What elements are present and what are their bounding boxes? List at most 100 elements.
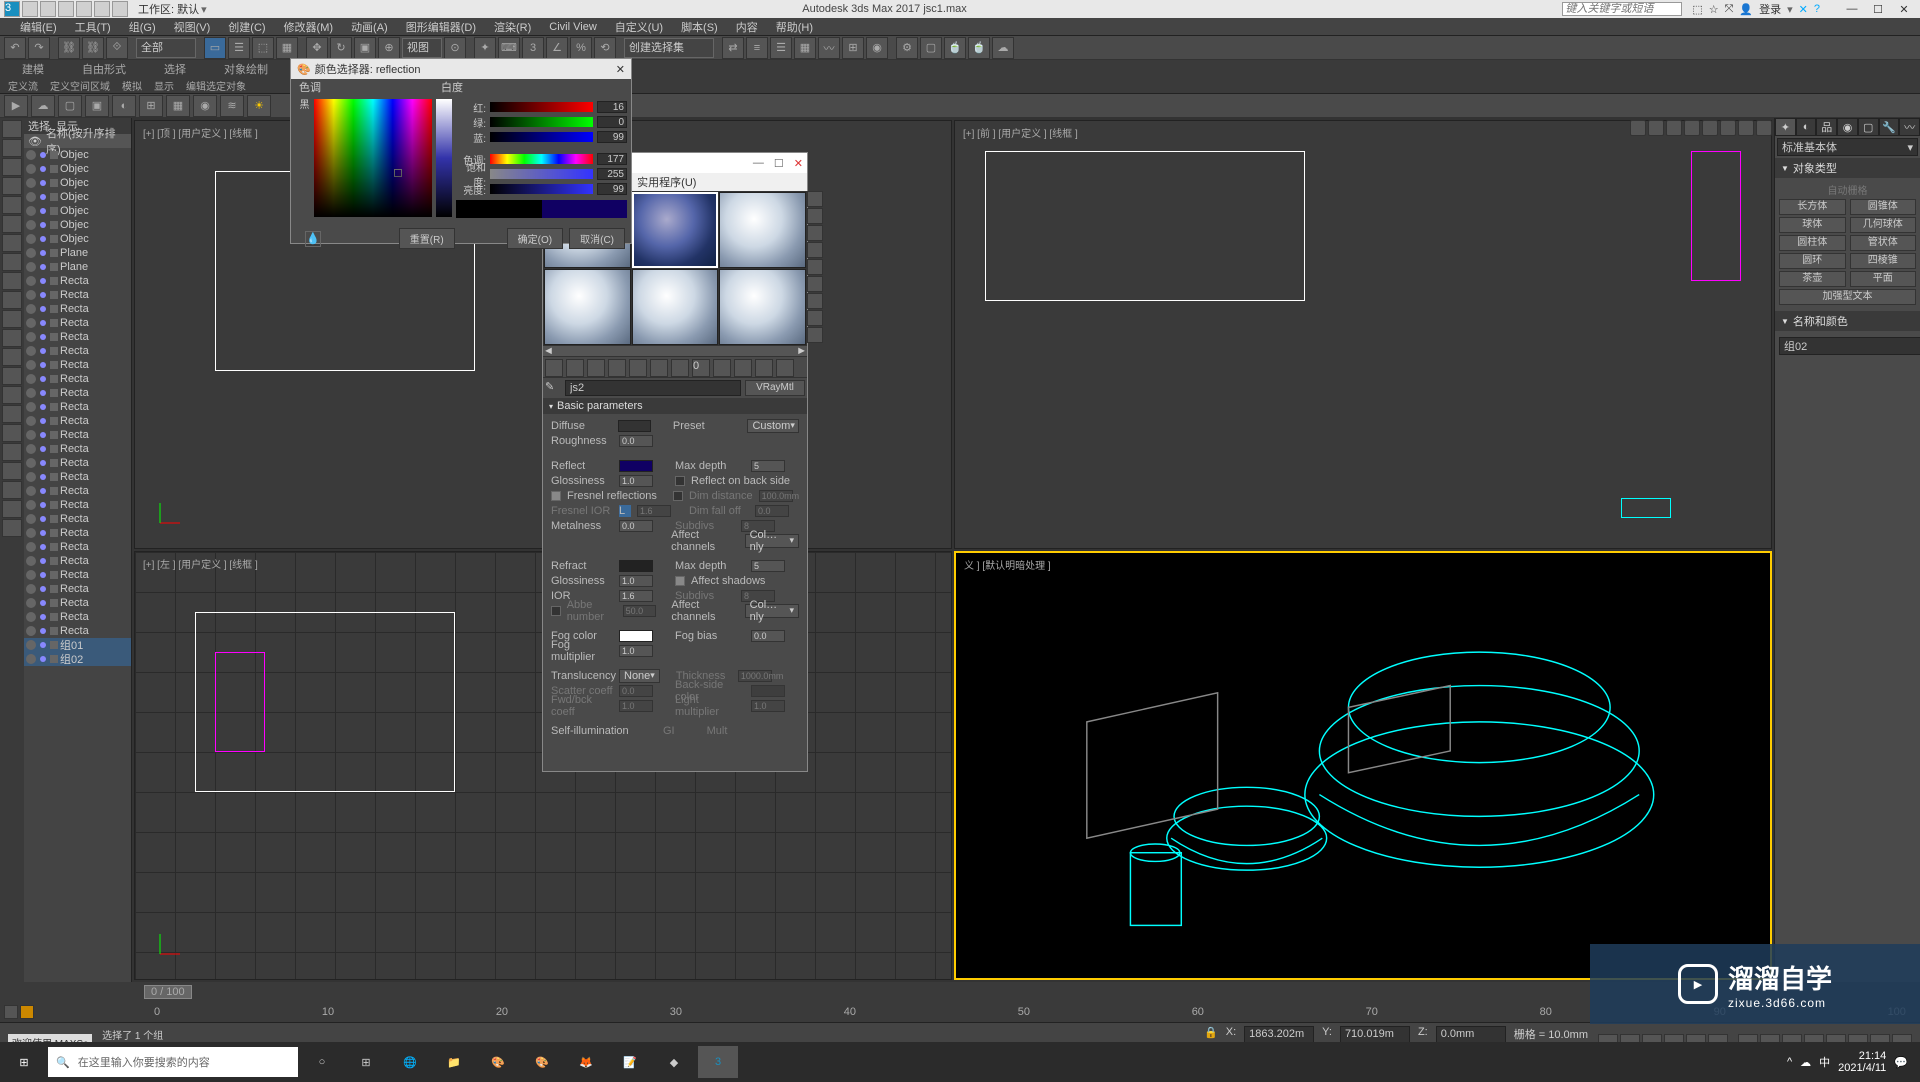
fog-bias-spinner[interactable]: 0.0 [751,630,785,642]
sat-value[interactable]: 255 [597,168,627,180]
help-search-input[interactable] [1562,2,1682,16]
reflect-maxdepth-spinner[interactable]: 5 [751,460,785,472]
spinner-snap[interactable]: ⟲ [594,37,616,59]
make-preview-icon[interactable] [807,276,823,292]
help-icon[interactable]: ? [1814,3,1820,15]
scene-item[interactable]: Plane [24,260,131,274]
percent-snap[interactable]: % [570,37,592,59]
redo-icon[interactable] [94,1,110,17]
scene-item[interactable]: Recta [24,302,131,316]
menu-group[interactable]: 组(G) [129,19,156,35]
sample-slot-4[interactable] [544,269,631,345]
se-tool-13[interactable] [2,348,22,366]
star-icon[interactable]: ☆ [1709,3,1719,16]
btn-sphere[interactable]: 球体 [1779,217,1846,233]
select-by-mat-icon[interactable] [807,310,823,326]
freeze-icon[interactable] [40,502,46,508]
hierarchy-tab-icon[interactable]: 品 [1816,118,1837,136]
mat-map-nav-icon[interactable] [807,327,823,343]
app-icon-1[interactable]: 🎨 [478,1046,518,1078]
freeze-icon[interactable] [40,236,46,242]
mirror-button[interactable]: ⇄ [722,37,744,59]
visibility-icon[interactable] [26,192,36,202]
menu-graph[interactable]: 图形编辑器(D) [406,19,476,35]
freeze-icon[interactable] [40,278,46,284]
visibility-icon[interactable] [26,472,36,482]
menu-help[interactable]: 帮助(H) [776,19,813,35]
select-button[interactable]: ▭ [204,37,226,59]
menu-views[interactable]: 视图(V) [174,19,211,35]
whiteness-slider[interactable] [436,99,452,217]
scene-item[interactable]: Recta [24,624,131,638]
btn-plane[interactable]: 平面 [1850,271,1917,287]
blue-slider[interactable] [490,132,593,142]
reset-mat-icon[interactable] [608,359,626,377]
vp-layout-2[interactable] [1648,120,1664,136]
scene-item[interactable]: Recta [24,610,131,624]
sat-slider[interactable] [490,169,593,179]
time-slider-thumb[interactable]: 0 / 100 [144,985,192,999]
visibility-icon[interactable] [26,360,36,370]
go-forward-icon[interactable] [776,359,794,377]
visibility-icon[interactable] [26,262,36,272]
visibility-icon[interactable] [26,556,36,566]
menu-script[interactable]: 脚本(S) [681,19,718,35]
visibility-icon[interactable] [26,304,36,314]
freeze-icon[interactable] [40,334,46,340]
link-button[interactable]: ⛓ [58,37,80,59]
freeze-icon[interactable] [40,656,46,662]
scene-item[interactable]: Recta [24,526,131,540]
video-check-icon[interactable] [807,259,823,275]
menu-create[interactable]: 创建(C) [228,19,265,35]
object-name-input[interactable] [1779,337,1920,355]
freeze-icon[interactable] [40,460,46,466]
render-frame[interactable]: ▢ [920,37,942,59]
scene-item[interactable]: Recta [24,358,131,372]
btn-torus[interactable]: 圆环 [1779,253,1846,269]
freeze-icon[interactable] [40,166,46,172]
tray-cloud-icon[interactable]: ☁ [1800,1056,1811,1069]
freeze-icon[interactable] [40,390,46,396]
se-tool-2[interactable] [2,139,22,157]
reflect-gloss-spinner[interactable]: 1.0 [619,475,653,487]
red-value[interactable]: 16 [597,101,627,113]
basic-params-header[interactable]: Basic parameters [543,398,807,414]
freeze-icon[interactable] [40,292,46,298]
menu-customize[interactable]: 自定义(U) [615,19,663,35]
edge-icon[interactable]: 🌐 [390,1046,430,1078]
visibility-icon[interactable] [26,654,36,664]
app-icon-2[interactable]: 🎨 [522,1046,562,1078]
visibility-icon[interactable] [26,486,36,496]
refract-gloss-spinner[interactable]: 1.0 [619,575,653,587]
close-button[interactable]: ✕ [1892,1,1916,17]
viewport-front-label[interactable]: [+] [前 ] [用户定义 ] [线框 ] [963,125,1078,140]
minimize-button[interactable]: — [1840,1,1864,17]
put-to-lib-icon[interactable] [671,359,689,377]
color-picker-close-icon[interactable]: ✕ [616,63,625,76]
show-map-icon[interactable] [713,359,731,377]
freeze-icon[interactable] [40,264,46,270]
color-picker-titlebar[interactable]: 🎨 颜色选择器: reflection ✕ [291,59,631,79]
visibility-icon[interactable] [26,626,36,636]
freeze-icon[interactable] [40,432,46,438]
preset-dropdown[interactable]: Custom▾ [747,419,799,433]
open-icon[interactable] [40,1,56,17]
app-icon-4[interactable]: ◆ [654,1046,694,1078]
scene-item[interactable]: Objec [24,204,131,218]
scene-item[interactable]: Recta [24,288,131,302]
track-key-icon[interactable] [20,1005,34,1019]
cortana-icon[interactable]: ○ [302,1046,342,1078]
green-value[interactable]: 0 [597,116,627,128]
sel-warp-icon[interactable]: ▦ [166,95,190,117]
material-editor-button[interactable]: ◉ [866,37,888,59]
refract-swatch[interactable] [619,560,653,572]
exchange-icon[interactable]: ✕ [1799,3,1808,16]
placement-button[interactable]: ⊕ [378,37,400,59]
freeze-icon[interactable] [40,222,46,228]
ribbon-tab-freeform[interactable]: 自由形式 [64,59,144,79]
pick-mat-icon[interactable]: ✎ [545,380,561,396]
sel-all-icon[interactable]: ≋ [220,95,244,117]
named-selection[interactable]: 创建选择集 [624,38,714,58]
sel-camera-icon[interactable]: ◐ [112,95,136,117]
freeze-icon[interactable] [40,306,46,312]
